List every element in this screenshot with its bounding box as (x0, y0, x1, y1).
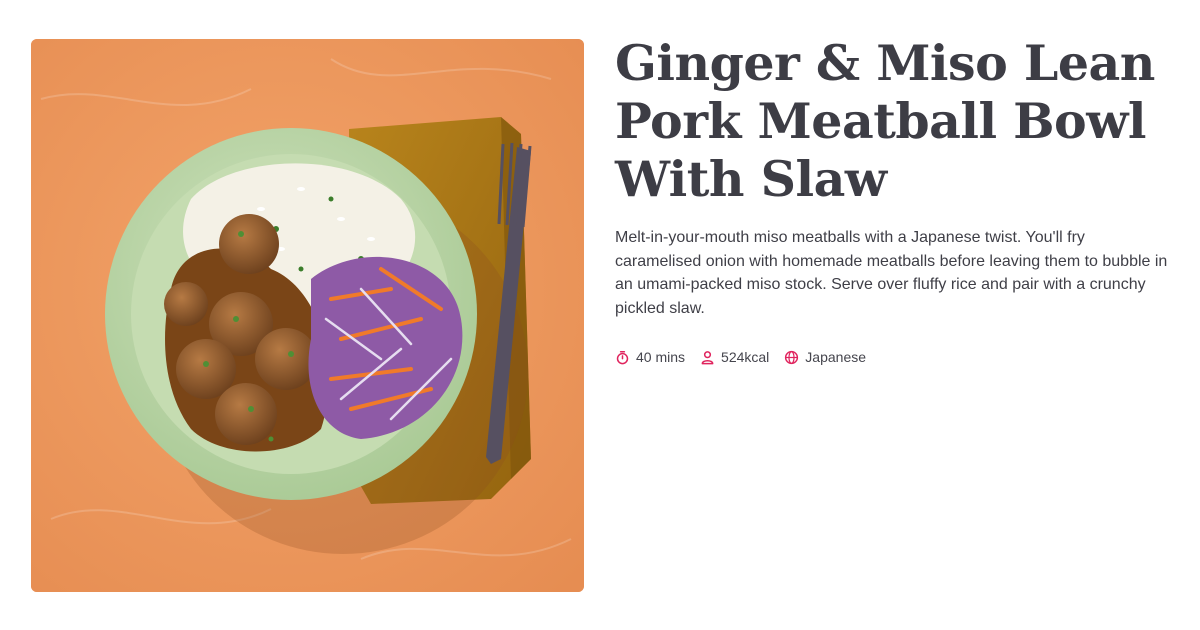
recipe-details: Ginger & Miso Lean Pork Meatball Bowl Wi… (615, 34, 1175, 365)
meta-calories-label: 524kcal (721, 349, 770, 365)
meta-time-label: 40 mins (636, 349, 686, 365)
recipe-description: Melt-in-your-mouth miso meatballs with a… (615, 229, 1168, 317)
globe-icon (785, 350, 799, 364)
recipe-meta: 40 mins 524kcal Japanese (615, 349, 1175, 365)
meta-cuisine: Japanese (784, 349, 866, 365)
meta-calories: 524kcal (700, 349, 769, 365)
recipe-card: Ginger & Miso Lean Pork Meatball Bowl Wi… (0, 0, 1200, 630)
recipe-title: Ginger & Miso Lean Pork Meatball Bowl Wi… (615, 34, 1155, 208)
recipe-photo (31, 39, 584, 592)
meta-time: 40 mins (615, 349, 685, 365)
meta-cuisine-label: Japanese (805, 349, 867, 365)
meatball-bowl-image (31, 39, 584, 592)
timer-icon (616, 350, 629, 364)
person-icon (701, 350, 714, 364)
